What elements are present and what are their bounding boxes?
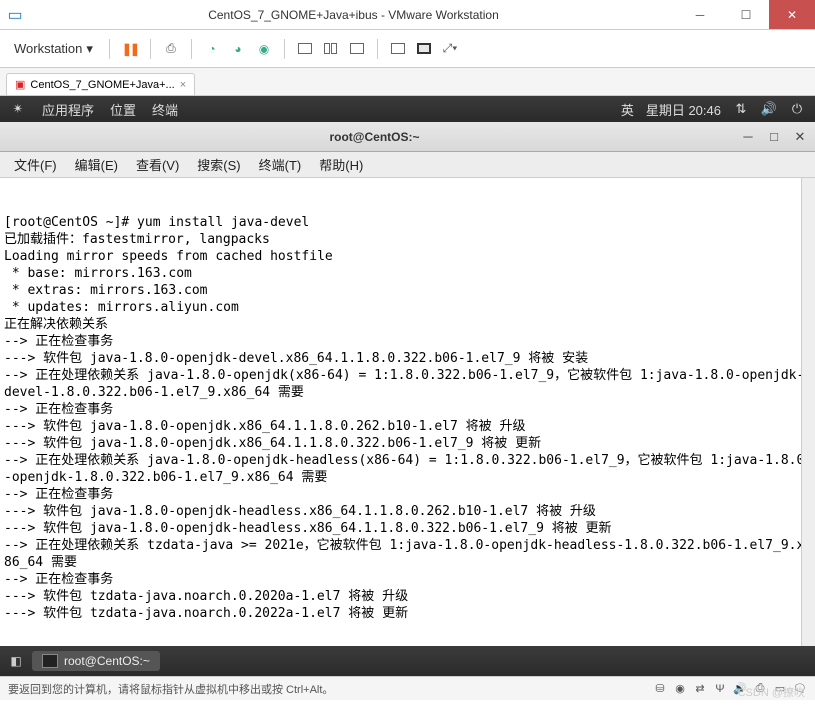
- apps-menu[interactable]: 应用程序: [42, 100, 94, 119]
- tab-close-icon[interactable]: ×: [180, 79, 186, 91]
- view-multi-button[interactable]: [321, 39, 341, 59]
- terminal-line: ---> 软件包 java-1.8.0-openjdk-headless.x86…: [4, 503, 811, 520]
- terminal-line: * updates: mirrors.aliyun.com: [4, 299, 811, 316]
- status-cd-icon[interactable]: ◉: [673, 682, 687, 696]
- terminal-line: --> 正在检查事务: [4, 486, 811, 503]
- menu-search[interactable]: 搜索(S): [189, 152, 248, 177]
- places-menu[interactable]: 位置: [110, 100, 136, 119]
- terminal-line: ---> 软件包 tzdata-java.noarch.0.2022a-1.el…: [4, 605, 811, 622]
- datetime[interactable]: 星期日 20:46: [646, 100, 721, 119]
- snapshot-button[interactable]: ⎙: [161, 39, 181, 59]
- terminal-task-icon: [42, 654, 58, 668]
- status-usb-icon[interactable]: Ψ: [713, 682, 727, 696]
- terminal-line: --> 正在检查事务: [4, 333, 811, 350]
- unity-button[interactable]: [414, 39, 434, 59]
- terminal-title: root@CentOS:~: [8, 130, 741, 144]
- separator: [109, 39, 110, 59]
- window-title: CentOS_7_GNOME+Java+ibus - VMware Workst…: [30, 8, 677, 22]
- vm-tab[interactable]: ▣ CentOS_7_GNOME+Java+... ×: [6, 73, 195, 95]
- status-net-icon[interactable]: ⇄: [693, 682, 707, 696]
- menu-view[interactable]: 查看(V): [128, 152, 187, 177]
- vmware-toolbar: Workstation ▾ ❚❚ ⎙ ◔ ◕ ◉ ⤢▾: [0, 30, 815, 68]
- vm-tab-icon: ▣: [15, 78, 25, 91]
- separator: [284, 39, 285, 59]
- terminal-menu[interactable]: 终端: [152, 100, 178, 119]
- menu-edit[interactable]: 编辑(E): [67, 152, 126, 177]
- vmware-logo-icon: ▭: [0, 5, 30, 25]
- gnome-taskbar: ◧ root@CentOS:~: [0, 646, 815, 676]
- menu-file[interactable]: 文件(F): [6, 152, 65, 177]
- terminal-line: 正在解决依赖关系: [4, 316, 811, 333]
- separator: [377, 39, 378, 59]
- snapshot-revert-icon[interactable]: ◕: [228, 39, 248, 59]
- power-icon[interactable]: ⏻: [789, 101, 805, 117]
- terminal-line: ---> 软件包 java-1.8.0-openjdk-devel.x86_64…: [4, 350, 811, 367]
- scrollbar[interactable]: [801, 178, 815, 646]
- term-minimize-button[interactable]: ─: [741, 130, 755, 144]
- terminal-line: Loading mirror speeds from cached hostfi…: [4, 248, 811, 265]
- dropdown-icon: ▾: [86, 41, 93, 57]
- terminal-line: ---> 软件包 java-1.8.0-openjdk.x86_64.1.1.8…: [4, 418, 811, 435]
- snapshot-manage-icon[interactable]: ◉: [254, 39, 274, 59]
- volume-icon[interactable]: 🔊: [761, 101, 777, 117]
- network-icon[interactable]: ⇅: [733, 101, 749, 117]
- term-maximize-button[interactable]: □: [767, 130, 781, 144]
- terminal-titlebar: root@CentOS:~ ─ □ ✕: [0, 122, 815, 152]
- status-text: 要返回到您的计算机，请将鼠标指针从虚拟机中移出或按 Ctrl+Alt。: [8, 681, 333, 697]
- workstation-menu[interactable]: Workstation ▾: [8, 37, 99, 61]
- view-console-button[interactable]: [295, 39, 315, 59]
- status-disk-icon[interactable]: ⛁: [653, 682, 667, 696]
- ime-indicator[interactable]: 英: [621, 100, 634, 119]
- snapshot-take-icon[interactable]: ◔: [202, 39, 222, 59]
- vm-tab-label: CentOS_7_GNOME+Java+...: [30, 79, 174, 91]
- vmware-tabbar: ▣ CentOS_7_GNOME+Java+... ×: [0, 68, 815, 96]
- view-thumb-button[interactable]: [347, 39, 367, 59]
- vmware-titlebar: ▭ CentOS_7_GNOME+Java+ibus - VMware Work…: [0, 0, 815, 30]
- menu-help[interactable]: 帮助(H): [311, 152, 371, 177]
- terminal-line: --> 正在检查事务: [4, 401, 811, 418]
- terminal-line: --> 正在处理依赖关系 tzdata-java >= 2021e，它被软件包 …: [4, 537, 811, 571]
- terminal-line: --> 正在处理依赖关系 java-1.8.0-openjdk(x86-64) …: [4, 367, 811, 401]
- terminal-line: --> 正在检查事务: [4, 571, 811, 588]
- watermark: CSDN @撩吹: [738, 684, 805, 700]
- terminal-line: [root@CentOS ~]# yum install java-devel: [4, 214, 811, 231]
- terminal-line: ---> 软件包 tzdata-java.noarch.0.2020a-1.el…: [4, 588, 811, 605]
- vmware-statusbar: 要返回到您的计算机，请将鼠标指针从虚拟机中移出或按 Ctrl+Alt。 ⛁ ◉ …: [0, 676, 815, 700]
- close-button[interactable]: ✕: [769, 0, 815, 29]
- terminal-line: * base: mirrors.163.com: [4, 265, 811, 282]
- terminal-line: ---> 软件包 java-1.8.0-openjdk.x86_64.1.1.8…: [4, 435, 811, 452]
- terminal-line: --> 正在处理依赖关系 java-1.8.0-openjdk-headless…: [4, 452, 811, 486]
- minimize-button[interactable]: ─: [677, 0, 723, 29]
- separator: [191, 39, 192, 59]
- gnome-topbar: ✴ 应用程序 位置 终端 英 星期日 20:46 ⇅ 🔊 ⏻: [0, 96, 815, 122]
- activities-icon[interactable]: ✴: [10, 101, 26, 117]
- term-close-button[interactable]: ✕: [793, 130, 807, 144]
- separator: [150, 39, 151, 59]
- terminal-menubar: 文件(F) 编辑(E) 查看(V) 搜索(S) 终端(T) 帮助(H): [0, 152, 815, 178]
- pause-vm-button[interactable]: ❚❚: [120, 39, 140, 59]
- taskbar-terminal-label: root@CentOS:~: [64, 654, 150, 668]
- terminal-line: ---> 软件包 java-1.8.0-openjdk-headless.x86…: [4, 520, 811, 537]
- show-desktop-icon[interactable]: ◧: [8, 653, 24, 669]
- terminal-output[interactable]: [root@CentOS ~]# yum install java-devel已…: [0, 178, 815, 646]
- fullscreen-button[interactable]: [388, 39, 408, 59]
- terminal-line: 已加载插件：fastestmirror, langpacks: [4, 231, 811, 248]
- stretch-button[interactable]: ⤢▾: [440, 39, 460, 59]
- menu-terminal[interactable]: 终端(T): [251, 152, 310, 177]
- maximize-button[interactable]: ☐: [723, 0, 769, 29]
- terminal-line: * extras: mirrors.163.com: [4, 282, 811, 299]
- taskbar-terminal[interactable]: root@CentOS:~: [32, 651, 160, 671]
